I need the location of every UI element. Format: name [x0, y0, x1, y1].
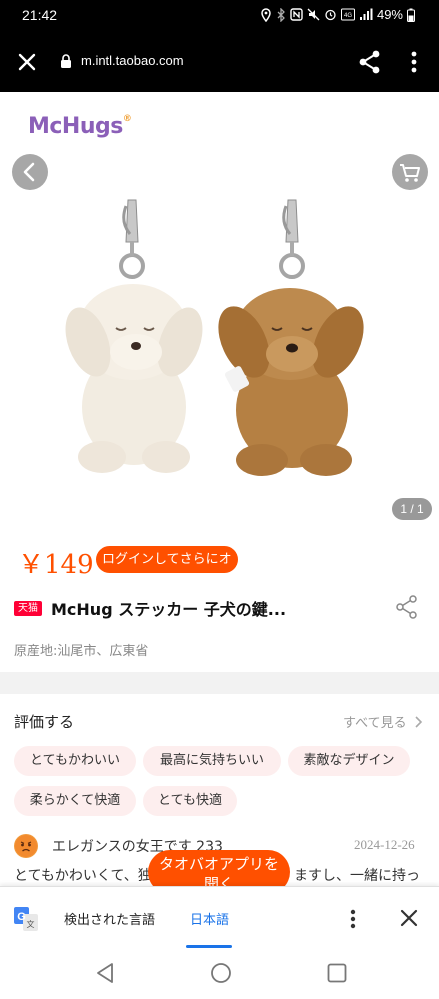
review-tag[interactable]: 素敵なデザイン — [288, 746, 410, 776]
share-icon[interactable] — [356, 48, 384, 76]
image-page-indicator: 1 / 1 — [392, 498, 432, 520]
google-translate-icon[interactable]: G文 — [14, 907, 38, 931]
open-app-line1: タオバオアプリを — [158, 855, 279, 873]
brown-puppy-keychain — [218, 199, 364, 476]
svg-text:4G: 4G — [344, 13, 352, 19]
cart-button[interactable] — [392, 154, 428, 190]
see-all-link[interactable]: すべて見る — [343, 712, 407, 731]
tmall-badge: 天猫 — [14, 601, 42, 616]
mute-icon — [307, 8, 320, 21]
overflow-menu-icon[interactable] — [406, 48, 422, 76]
tab-detected-language[interactable]: 検出された言語 — [64, 909, 155, 928]
url-text[interactable]: m.intl.taobao.com — [81, 53, 184, 68]
bluetooth-icon — [277, 7, 285, 22]
nav-back-icon[interactable] — [94, 962, 116, 984]
avatar — [14, 834, 38, 858]
location-icon — [261, 7, 271, 22]
svg-text:G: G — [17, 911, 26, 923]
system-nav-bar — [0, 948, 439, 999]
status-icons: 4G 49% — [260, 7, 415, 22]
cart-icon — [400, 164, 420, 182]
more-options-icon[interactable] — [344, 907, 362, 931]
white-puppy-keychain — [65, 199, 203, 473]
nav-home-icon[interactable] — [210, 962, 232, 984]
status-bar: 21:42 4G 49% — [0, 0, 439, 32]
section-divider — [0, 672, 439, 694]
share-icon[interactable] — [394, 594, 420, 620]
origin-text: 原産地:汕尾市、広東省 — [14, 644, 149, 659]
review-text: とてもかわいくて、独 — [14, 868, 152, 884]
brand-logo: McHugs® — [28, 114, 132, 139]
review-tag[interactable]: とてもかわいい — [14, 746, 136, 776]
product-title: McHug ステッカー 子犬の鍵... — [51, 600, 287, 619]
tab-japanese[interactable]: 日本語 — [190, 909, 229, 928]
review-tag[interactable]: 最高に気持ちいい — [143, 746, 281, 776]
review-tag[interactable]: とても快適 — [143, 786, 237, 816]
angry-face-icon — [15, 835, 37, 857]
chevron-right-icon[interactable] — [414, 715, 424, 729]
review-tag[interactable]: 柔らかくて快適 — [14, 786, 136, 816]
nfc-icon — [290, 8, 303, 21]
reviews-header: 評価する すべて見る — [0, 694, 439, 744]
brand-logo-text: McHugs — [28, 114, 123, 139]
battery-icon — [407, 8, 415, 22]
close-icon[interactable] — [398, 907, 420, 929]
close-icon[interactable] — [12, 47, 42, 77]
lock-icon — [61, 54, 71, 68]
back-button[interactable] — [12, 154, 48, 190]
product-photo — [65, 199, 364, 476]
price: ￥149 — [18, 550, 94, 580]
price-row: ￥149 ログインしてさらにオ — [0, 530, 439, 590]
status-time: 21:42 — [22, 7, 58, 23]
chevron-left-icon — [23, 162, 35, 182]
brand-logo-registered: ® — [122, 114, 132, 124]
review-text-continued: ますし、一緒に持っ — [294, 868, 420, 884]
lte-icon: 4G — [340, 8, 355, 21]
title-row: 天猫 McHug ステッカー 子犬の鍵... — [0, 590, 439, 630]
reviews-title: 評価する — [14, 713, 75, 731]
signal-icon — [359, 8, 373, 20]
screen: 21:42 4G 49% m.intl.taobao.com McHugs® 1… — [0, 0, 439, 999]
translate-bar: G文 検出された言語 日本語 — [0, 886, 439, 948]
login-promo-button[interactable]: ログインしてさらにオ — [96, 546, 238, 573]
alarm-icon — [325, 9, 336, 21]
product-image-carousel[interactable]: McHugs® 1 / 1 — [0, 92, 439, 530]
nav-recents-icon[interactable] — [327, 963, 347, 983]
battery-percent: 49% — [376, 7, 403, 22]
review-date: 2024-12-26 — [354, 837, 415, 852]
browser-toolbar: m.intl.taobao.com — [0, 32, 439, 92]
svg-text:文: 文 — [27, 919, 35, 929]
